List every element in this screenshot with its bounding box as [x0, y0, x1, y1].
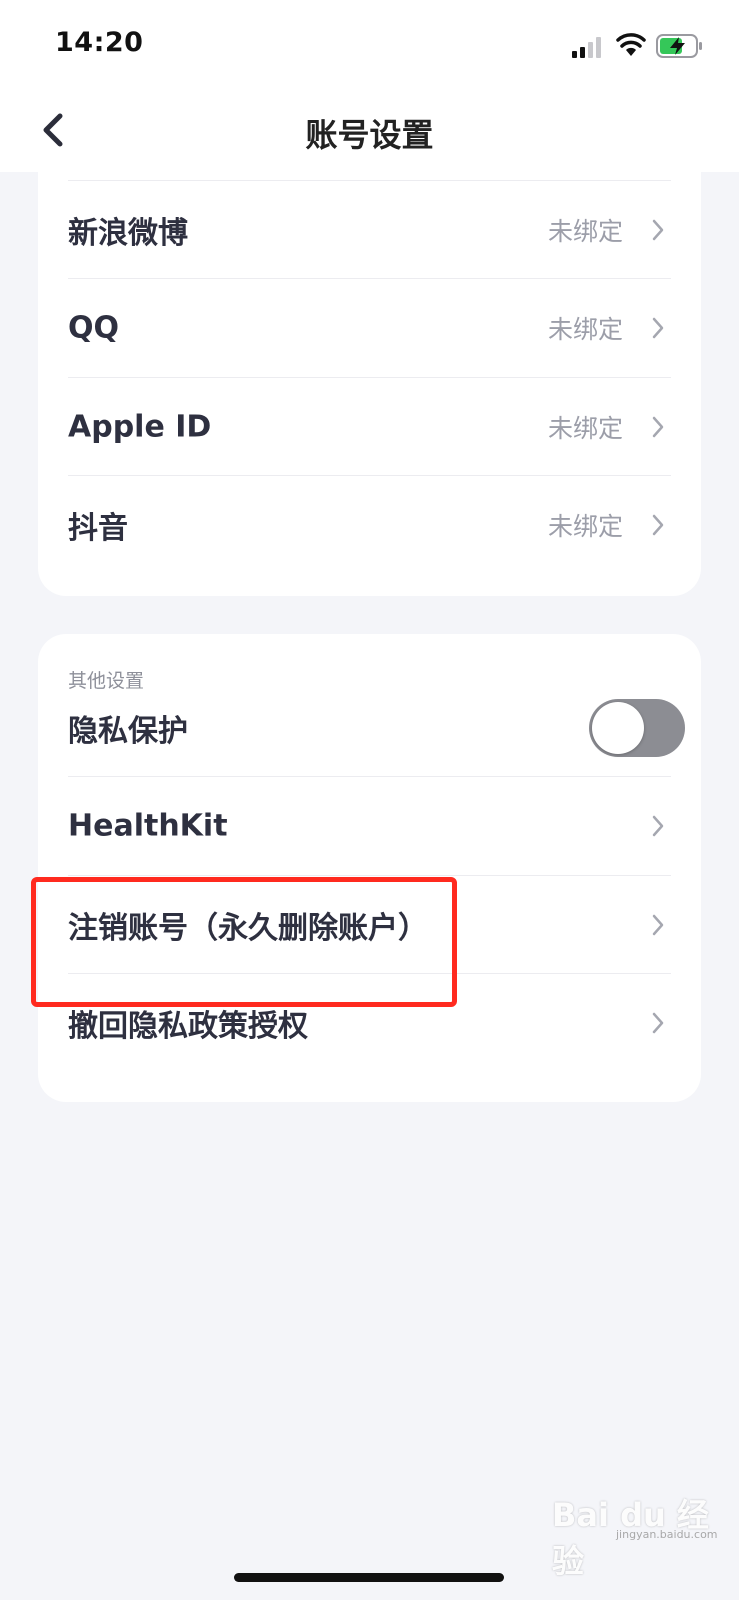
divider	[68, 475, 671, 476]
row-label: 抖音	[68, 511, 128, 546]
status-bar: 14:20	[0, 0, 739, 90]
divider	[68, 278, 671, 279]
row-label: 撤回隐私政策授权	[68, 1009, 308, 1044]
binding-row-apple-id[interactable]: Apple ID 未绑定	[68, 377, 671, 477]
row-status: 未绑定	[547, 414, 623, 443]
healthkit-row[interactable]: HealthKit	[68, 776, 671, 876]
revoke-privacy-authorization-row[interactable]: 撤回隐私政策授权	[68, 973, 671, 1073]
other-settings-card: 其他设置 隐私保护 HealthKit 注销账号（永久删除账户） 撤回隐私政策授…	[38, 634, 701, 1102]
chevron-right-icon	[652, 317, 664, 339]
divider	[68, 875, 671, 876]
privacy-protection-row: 隐私保护	[68, 678, 685, 778]
chevron-right-icon	[652, 1012, 664, 1034]
chevron-right-icon	[652, 815, 664, 837]
row-status: 未绑定	[547, 217, 623, 246]
binding-row-weibo[interactable]: 新浪微博 未绑定	[68, 180, 671, 280]
divider	[68, 377, 671, 378]
row-label: 隐私保护	[68, 714, 188, 749]
row-label: HealthKit	[68, 808, 228, 844]
row-status: 未绑定	[547, 315, 623, 344]
status-time: 14:20	[55, 27, 144, 58]
divider	[68, 776, 671, 777]
toggle-knob	[592, 702, 644, 754]
home-indicator[interactable]	[234, 1573, 504, 1582]
account-binding-card: 新浪微博 未绑定 QQ 未绑定 Apple ID 未绑定 抖音 未绑定	[38, 150, 701, 596]
row-label: 新浪微博	[68, 216, 188, 251]
divider	[68, 973, 671, 974]
divider	[68, 180, 671, 181]
binding-row-qq[interactable]: QQ 未绑定	[68, 278, 671, 378]
chevron-right-icon	[652, 219, 664, 241]
row-label: Apple ID	[68, 409, 212, 445]
row-label: 注销账号（永久删除账户）	[68, 911, 428, 946]
delete-account-row[interactable]: 注销账号（永久删除账户）	[68, 875, 671, 975]
chevron-right-icon	[652, 514, 664, 536]
battery-charging-icon	[656, 34, 702, 58]
cellular-signal-icon	[572, 37, 601, 58]
privacy-toggle[interactable]	[589, 699, 685, 757]
wifi-icon	[616, 33, 646, 56]
row-label: QQ	[68, 310, 120, 346]
binding-row-douyin[interactable]: 抖音 未绑定	[68, 475, 671, 575]
watermark-url: jingyan.baidu.com	[616, 1528, 718, 1541]
chevron-right-icon	[652, 914, 664, 936]
chevron-right-icon	[652, 416, 664, 438]
row-status: 未绑定	[547, 512, 623, 541]
